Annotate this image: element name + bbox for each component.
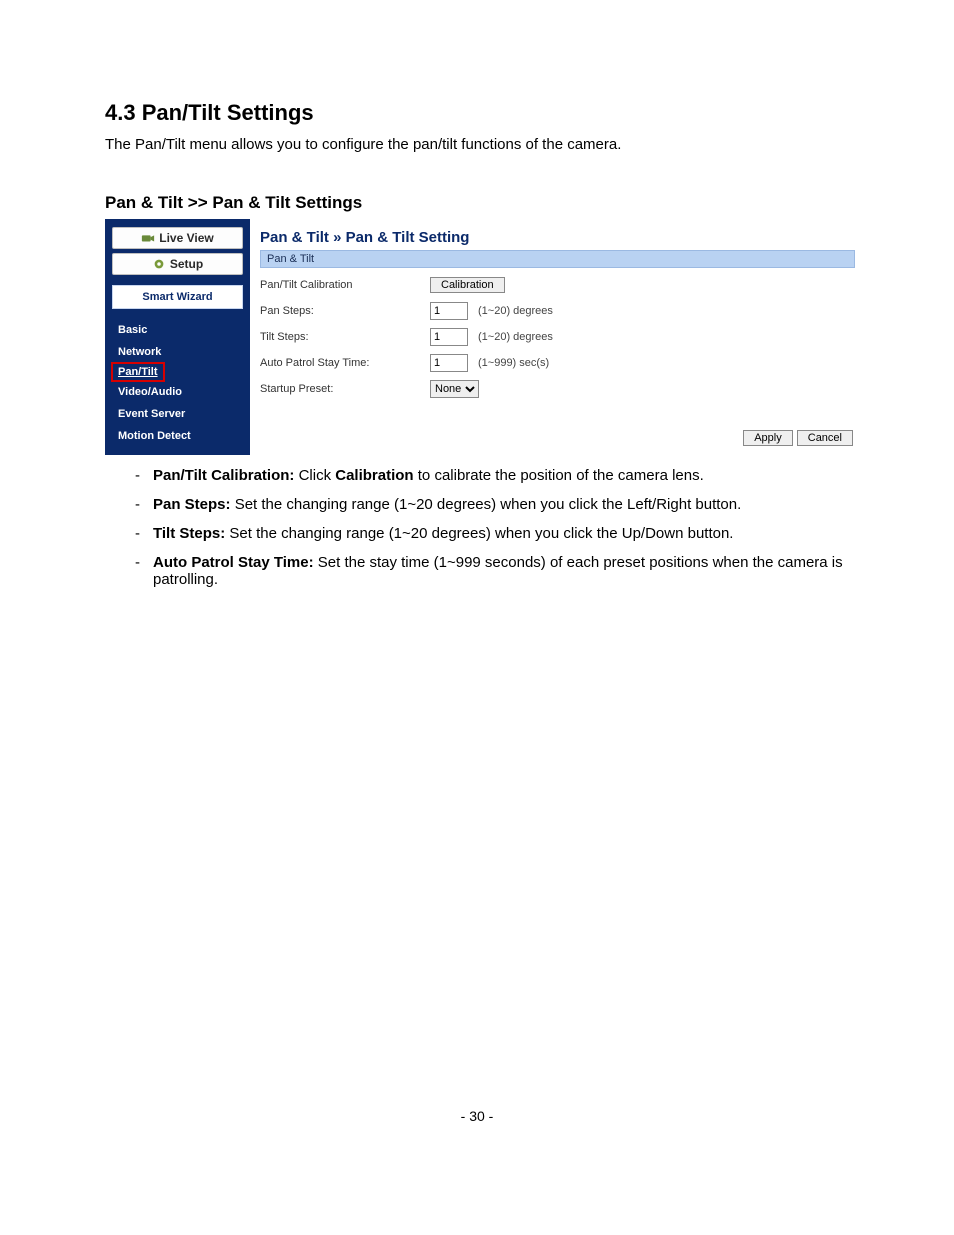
sidebar-item-event-server[interactable]: Event Server (112, 403, 191, 425)
camera-icon (141, 231, 155, 245)
bullet-text2: to calibrate the position of the camera … (414, 467, 704, 484)
bullet-item: - Pan/Tilt Calibration: Click Calibratio… (135, 467, 849, 484)
tilt-steps-hint: (1~20) degrees (478, 331, 553, 343)
sidebar: Live View Setup Smart Wizard Basic Netwo… (105, 219, 250, 455)
live-view-label: Live View (159, 231, 213, 245)
auto-patrol-hint: (1~999) sec(s) (478, 357, 549, 369)
bullet-text: Set the changing range (1~20 degrees) wh… (231, 496, 742, 513)
bullet-dash: - (135, 496, 153, 513)
bullet-dash: - (135, 554, 153, 588)
apply-button[interactable]: Apply (743, 430, 793, 446)
smart-wizard-button[interactable]: Smart Wizard (112, 285, 243, 309)
bullet-item: - Pan Steps: Set the changing range (1~2… (135, 496, 849, 513)
auto-patrol-label: Auto Patrol Stay Time: (260, 357, 420, 369)
bullet-text: Click (294, 467, 335, 484)
setup-tab[interactable]: Setup (112, 253, 243, 275)
setup-label: Setup (170, 257, 203, 271)
bullet-text: Set the changing range (1~20 degrees) wh… (225, 525, 733, 542)
section-intro: The Pan/Tilt menu allows you to configur… (105, 136, 849, 153)
sidebar-item-pantilt[interactable]: Pan/Tilt (112, 363, 164, 381)
sidebar-item-basic[interactable]: Basic (112, 319, 153, 341)
bullet-strong: Pan/Tilt Calibration: (153, 467, 294, 484)
bullet-strong2: Calibration (335, 467, 413, 484)
live-view-tab[interactable]: Live View (112, 227, 243, 249)
startup-preset-select[interactable]: None (430, 380, 479, 398)
bullet-dash: - (135, 467, 153, 484)
bullet-strong: Tilt Steps: (153, 525, 225, 542)
calibration-button[interactable]: Calibration (430, 277, 505, 293)
bullet-strong: Pan Steps: (153, 496, 231, 513)
calibration-label: Pan/Tilt Calibration (260, 279, 420, 291)
bullet-dash: - (135, 525, 153, 542)
tilt-steps-label: Tilt Steps: (260, 331, 420, 343)
auto-patrol-input[interactable] (430, 354, 468, 372)
settings-screenshot: Live View Setup Smart Wizard Basic Netwo… (105, 219, 865, 455)
tilt-steps-input[interactable] (430, 328, 468, 346)
pan-steps-input[interactable] (430, 302, 468, 320)
gear-icon (152, 257, 166, 271)
pan-steps-hint: (1~20) degrees (478, 305, 553, 317)
startup-preset-label: Startup Preset: (260, 383, 420, 395)
subheading: Pan & Tilt >> Pan & Tilt Settings (105, 193, 849, 213)
cancel-button[interactable]: Cancel (797, 430, 853, 446)
sidebar-item-network[interactable]: Network (112, 341, 167, 363)
sidebar-item-video-audio[interactable]: Video/Audio (112, 381, 188, 403)
breadcrumb: Pan & Tilt » Pan & Tilt Setting (260, 225, 855, 250)
sidebar-item-motion-detect[interactable]: Motion Detect (112, 425, 197, 447)
bullet-item: - Auto Patrol Stay Time: Set the stay ti… (135, 554, 849, 588)
main-panel: Pan & Tilt » Pan & Tilt Setting Pan & Ti… (250, 219, 865, 455)
section-band: Pan & Tilt (260, 250, 855, 268)
bullet-item: - Tilt Steps: Set the changing range (1~… (135, 525, 849, 542)
section-title: 4.3 Pan/Tilt Settings (105, 100, 849, 126)
pan-steps-label: Pan Steps: (260, 305, 420, 317)
bullet-strong: Auto Patrol Stay Time: (153, 554, 314, 571)
bullet-list: - Pan/Tilt Calibration: Click Calibratio… (135, 467, 849, 588)
page-number: - 30 - (105, 1108, 849, 1164)
